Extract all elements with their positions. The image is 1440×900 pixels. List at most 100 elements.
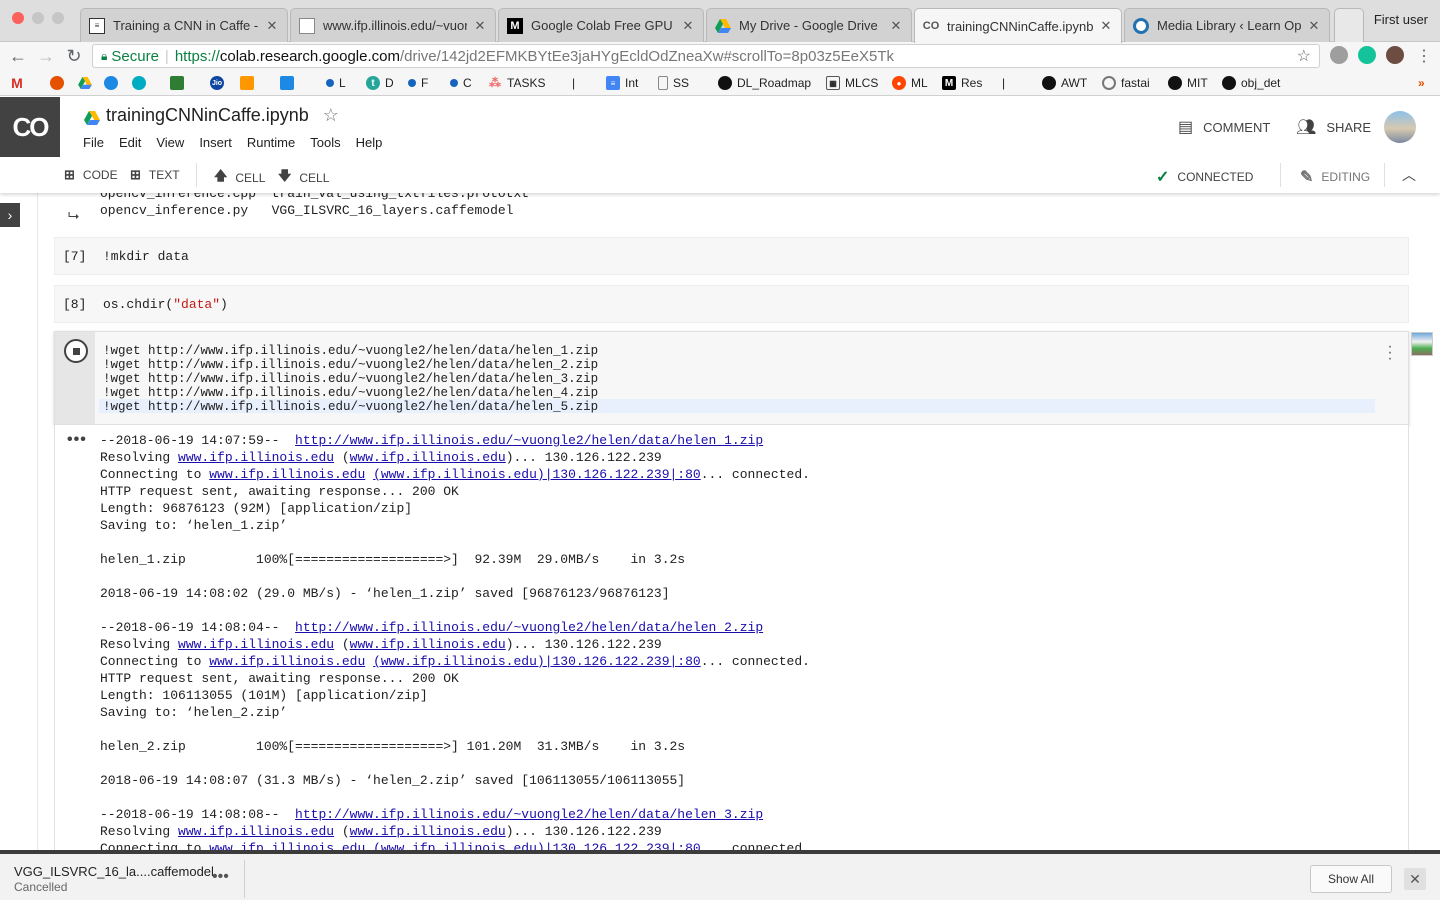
connected-status[interactable]: ✓ CONNECTED bbox=[1156, 167, 1253, 187]
bookmark-item[interactable]: MIT bbox=[1168, 74, 1208, 92]
bookmark-item[interactable] bbox=[104, 74, 123, 92]
grammarly-icon[interactable] bbox=[1358, 46, 1376, 64]
back-arrow-icon[interactable]: ← bbox=[6, 44, 30, 68]
browser-tab[interactable]: M Google Colab Free GPU Tut ✕ bbox=[498, 8, 704, 42]
add-text-button[interactable]: ⊞ TEXT bbox=[130, 167, 180, 183]
bookmark-item[interactable]: ≡ Int bbox=[606, 74, 638, 92]
code-cell[interactable]: [8] os.chdir("data") bbox=[54, 285, 1409, 323]
editing-mode-button[interactable]: ✎ EDITING bbox=[1300, 167, 1370, 187]
download-menu-icon[interactable]: ••• bbox=[212, 868, 229, 886]
browser-tab-active[interactable]: CO trainingCNNinCaffe.ipynb ✕ bbox=[914, 8, 1122, 43]
close-download-shelf-icon[interactable]: ✕ bbox=[1404, 868, 1426, 890]
show-all-button[interactable]: Show All bbox=[1310, 865, 1392, 893]
comment-button[interactable]: ▤ COMMENT bbox=[1178, 117, 1270, 137]
output-link[interactable]: www.ifp.illinois.edu bbox=[209, 467, 365, 482]
bookmark-item[interactable]: C bbox=[450, 74, 472, 92]
output-link[interactable]: (www.ifp.illinois.edu)|130.126.122.239|:… bbox=[373, 654, 701, 669]
cell-code[interactable]: !mkdir data bbox=[103, 249, 189, 264]
notebook-title[interactable]: trainingCNNinCaffe.ipynb bbox=[106, 105, 309, 126]
bookmark-item[interactable]: ⁂ TASKS bbox=[488, 74, 545, 92]
browser-tab[interactable]: Media Library ‹ Learn Open ✕ bbox=[1124, 8, 1330, 42]
more-bookmarks-icon[interactable]: » bbox=[1418, 74, 1425, 92]
menu-insert[interactable]: Insert bbox=[199, 135, 232, 150]
output-link[interactable]: http://www.ifp.illinois.edu/~vuongle2/he… bbox=[295, 433, 763, 448]
bookmark-item[interactable]: tD bbox=[366, 74, 394, 92]
extension-icon[interactable] bbox=[1330, 46, 1348, 64]
colab-logo[interactable]: CO bbox=[0, 97, 60, 157]
bookmark-item[interactable] bbox=[280, 74, 299, 92]
bookmark-item[interactable] bbox=[240, 74, 259, 92]
output-link[interactable]: www.ifp.illinois.edu bbox=[178, 637, 334, 652]
output-link[interactable]: (www.ifp.illinois.edu)|130.126.122.239|:… bbox=[373, 467, 701, 482]
output-redirect-icon[interactable]: ⮡ bbox=[68, 207, 79, 224]
move-cell-down-button[interactable]: 🡇 CELL bbox=[278, 167, 329, 189]
output-link[interactable]: www.ifp.illinois.edu bbox=[209, 654, 365, 669]
output-link[interactable]: www.ifp.illinois.edu bbox=[350, 450, 506, 465]
avatar[interactable] bbox=[1384, 111, 1416, 143]
bookmark-item[interactable] bbox=[50, 74, 69, 92]
cell-menu-icon[interactable]: · · · bbox=[1385, 339, 1395, 367]
close-tab-icon[interactable]: ✕ bbox=[1099, 18, 1113, 34]
bookmark-item[interactable]: M Res bbox=[942, 74, 982, 92]
output-link[interactable]: www.ifp.illinois.edu bbox=[209, 841, 365, 850]
code-cell[interactable]: [7] !mkdir data bbox=[54, 237, 1409, 275]
bookmark-star-icon[interactable]: ☆ bbox=[1297, 46, 1311, 66]
browser-tab[interactable]: ≡ Training a CNN in Caffe - H ✕ bbox=[80, 8, 288, 42]
menu-runtime[interactable]: Runtime bbox=[247, 135, 295, 150]
bookmark-item[interactable]: AWT bbox=[1042, 74, 1087, 92]
close-tab-icon[interactable]: ✕ bbox=[265, 18, 279, 34]
expand-sidebar-icon[interactable]: › bbox=[0, 203, 20, 227]
browser-tab[interactable]: My Drive - Google Drive ✕ bbox=[706, 8, 912, 42]
address-bar[interactable]: 🔒︎ Secure | https:// colab.research.goog… bbox=[92, 44, 1320, 68]
minimize-window-button[interactable] bbox=[32, 12, 44, 24]
bookmark-item[interactable] bbox=[78, 74, 97, 92]
new-tab-button[interactable] bbox=[1334, 8, 1364, 42]
cell-code[interactable]: !wget http://www.ifp.illinois.edu/~vuong… bbox=[103, 344, 598, 414]
bookmark-item[interactable]: F bbox=[408, 74, 428, 92]
output-link[interactable]: (www.ifp.illinois.edu)|130.126.122.239|:… bbox=[373, 841, 701, 850]
collapse-header-icon[interactable]: ︿ bbox=[1402, 165, 1416, 185]
output-link[interactable]: www.ifp.illinois.edu bbox=[178, 450, 334, 465]
bookmark-item[interactable]: M bbox=[10, 74, 29, 92]
bookmark-item[interactable] bbox=[132, 74, 151, 92]
extension-icon[interactable] bbox=[1386, 46, 1404, 64]
cell-code[interactable]: os.chdir("data") bbox=[103, 297, 228, 312]
reload-icon[interactable]: ↻ bbox=[62, 44, 86, 68]
menu-view[interactable]: View bbox=[156, 135, 184, 150]
bookmark-item[interactable]: fastai bbox=[1102, 74, 1150, 92]
stop-execution-button[interactable] bbox=[64, 339, 88, 363]
download-filename[interactable]: VGG_ILSVRC_16_la....caffemodel bbox=[14, 864, 214, 879]
output-link[interactable]: www.ifp.illinois.edu bbox=[350, 824, 506, 839]
menu-help[interactable]: Help bbox=[356, 135, 383, 150]
bookmark-item[interactable]: SS bbox=[658, 74, 689, 92]
close-window-button[interactable] bbox=[12, 12, 24, 24]
bookmark-item[interactable]: L bbox=[326, 74, 346, 92]
collaborator-thumbnail[interactable] bbox=[1411, 332, 1433, 356]
profile-name[interactable]: First user bbox=[1374, 12, 1428, 27]
output-options-icon[interactable]: ••• bbox=[67, 431, 87, 449]
output-link[interactable]: www.ifp.illinois.edu bbox=[350, 637, 506, 652]
close-tab-icon[interactable]: ✕ bbox=[681, 18, 695, 34]
bookmark-item[interactable]: ● ML bbox=[892, 74, 928, 92]
chrome-menu-icon[interactable]: ⋮ bbox=[1412, 44, 1436, 68]
close-tab-icon[interactable]: ✕ bbox=[1307, 18, 1321, 34]
move-cell-up-button[interactable]: 🡅 CELL bbox=[214, 167, 265, 189]
menu-tools[interactable]: Tools bbox=[310, 135, 340, 150]
bookmark-item[interactable] bbox=[170, 74, 189, 92]
share-button[interactable]: 👥︎ SHARE bbox=[1296, 117, 1371, 137]
bookmark-item[interactable]: DL_Roadmap bbox=[718, 74, 811, 92]
browser-tab[interactable]: www.ifp.illinois.edu/~vuong ✕ bbox=[290, 8, 496, 42]
output-link[interactable]: www.ifp.illinois.edu bbox=[178, 824, 334, 839]
menu-edit[interactable]: Edit bbox=[119, 135, 141, 150]
bookmark-item[interactable]: obj_det bbox=[1222, 74, 1280, 92]
menu-file[interactable]: File bbox=[83, 135, 104, 150]
output-link[interactable]: http://www.ifp.illinois.edu/~vuongle2/he… bbox=[295, 620, 763, 635]
star-icon[interactable]: ☆ bbox=[323, 105, 339, 126]
bookmark-item[interactable]: ▦ MLCS bbox=[826, 74, 878, 92]
close-tab-icon[interactable]: ✕ bbox=[889, 18, 903, 34]
add-code-button[interactable]: ⊞ CODE bbox=[64, 167, 118, 183]
close-tab-icon[interactable]: ✕ bbox=[473, 18, 487, 34]
forward-arrow-icon[interactable]: → bbox=[34, 44, 58, 68]
bookmark-item[interactable]: Jio bbox=[210, 74, 229, 92]
output-link[interactable]: http://www.ifp.illinois.edu/~vuongle2/he… bbox=[295, 807, 763, 822]
